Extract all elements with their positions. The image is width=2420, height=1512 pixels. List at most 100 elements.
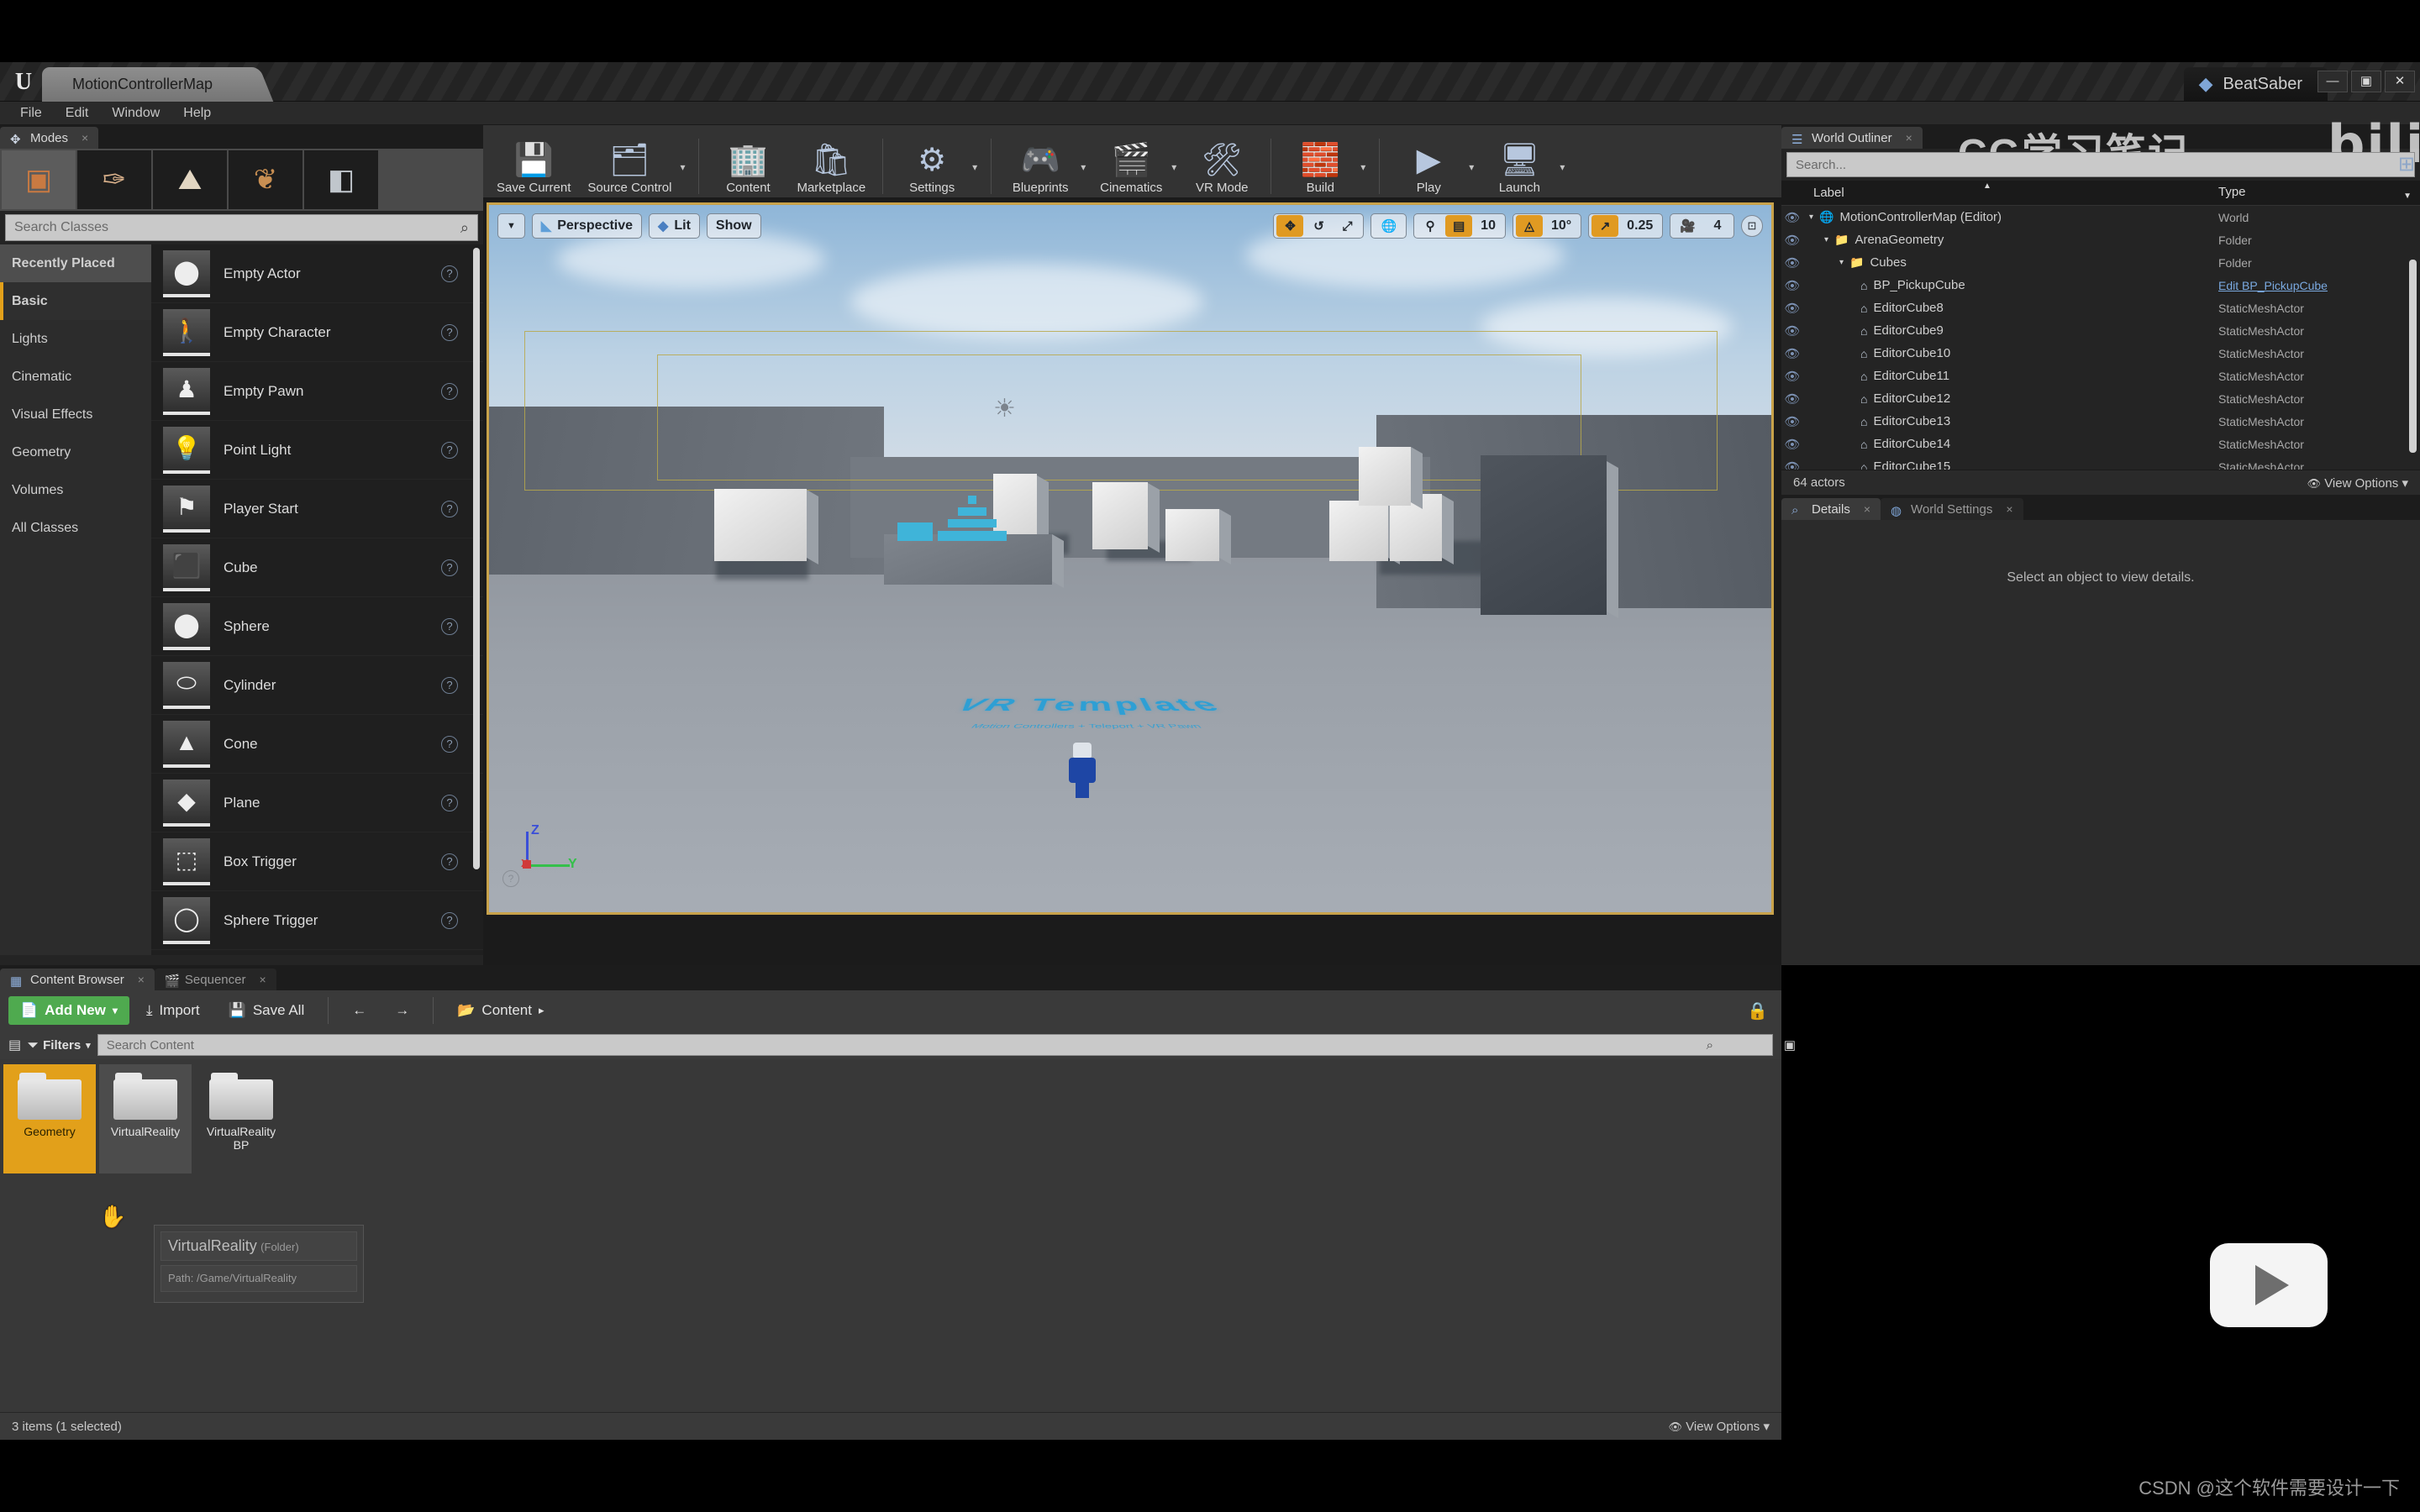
tab-world-outliner-close-icon[interactable]: × <box>1906 131 1912 144</box>
tab-sequencer[interactable]: 🎬 Sequencer × <box>154 969 276 990</box>
marketplace-button[interactable]: 🛍 Marketplace <box>788 128 874 198</box>
landscape-mode-button[interactable]: ⛰ <box>153 150 227 209</box>
tab-world-outliner[interactable]: ☰ World Outliner × <box>1781 127 1923 149</box>
save-search-icon[interactable]: ▣ <box>1784 1037 1796 1053</box>
placement-item-help-icon[interactable]: ? <box>441 617 458 635</box>
outliner-row[interactable]: 👁 ⌂ EditorCube9 StaticMeshActor <box>1781 319 2420 342</box>
content-browser-view-options-button[interactable]: 👁 View Options ▾ <box>1669 1419 1770 1434</box>
toolbar-dropdown-caret-icon[interactable]: ▾ <box>1360 161 1370 173</box>
placement-item[interactable]: ♟ Empty Pawn? <box>151 362 483 421</box>
launch-button[interactable]: 🖥 Launch <box>1479 128 1560 198</box>
visibility-eye-icon[interactable]: 👁 <box>1781 278 1803 293</box>
tab-modes[interactable]: ✥ Modes × <box>0 127 99 149</box>
placement-item[interactable]: 💡 Point Light? <box>151 421 483 480</box>
rotate-tool-button[interactable]: ↺ <box>1305 215 1332 237</box>
outliner-row[interactable]: 👁 ▾ 📁 ArenaGeometry Folder <box>1781 228 2420 251</box>
close-button[interactable]: ✕ <box>2385 71 2415 92</box>
placement-item[interactable]: ◯ Sphere Trigger? <box>151 891 483 950</box>
placement-item[interactable]: ▲ Cone? <box>151 715 483 774</box>
outliner-column-type[interactable]: Type ▼ <box>2218 185 2420 201</box>
scale-snap-toggle-button[interactable]: ↗ <box>1591 215 1619 237</box>
outliner-view-options-button[interactable]: 👁 View Options ▾ <box>2307 475 2409 491</box>
toolbar-dropdown-caret-icon[interactable]: ▾ <box>1560 161 1570 173</box>
menu-edit[interactable]: Edit <box>54 102 101 125</box>
search-classes-input[interactable]: Search Classes ⌕ <box>5 214 478 241</box>
visibility-eye-icon[interactable]: 👁 <box>1781 391 1803 407</box>
content-button[interactable]: 🏢 Content <box>708 128 788 198</box>
visibility-eye-icon[interactable]: 👁 <box>1781 233 1803 248</box>
cinematics-clapperboard-button[interactable]: 🎬 Cinematics <box>1091 128 1171 198</box>
tab-world-settings-close-icon[interactable]: × <box>2006 502 2012 516</box>
visibility-eye-icon[interactable]: 👁 <box>1781 210 1803 225</box>
tab-details[interactable]: ⌕ Details × <box>1781 498 1881 520</box>
outliner-row[interactable]: 👁 ⌂ EditorCube14 StaticMeshActor <box>1781 433 2420 455</box>
placement-scrollbar[interactable] <box>473 248 480 869</box>
outliner-row[interactable]: 👁 ▾ 🌐 MotionControllerMap (Editor) World <box>1781 206 2420 228</box>
place-mode-button[interactable]: ▣ <box>2 150 76 209</box>
placement-category-all-classes[interactable]: All Classes <box>0 509 151 547</box>
menu-help[interactable]: Help <box>171 102 223 125</box>
outliner-row[interactable]: 👁 ⌂ BP_PickupCube Edit BP_PickupCube <box>1781 274 2420 297</box>
camera-mode-button[interactable]: ◣ Perspective <box>531 213 643 239</box>
surface-snap-button[interactable]: ⚲ <box>1417 215 1444 237</box>
restore-button[interactable]: ▣ <box>2351 71 2381 92</box>
placement-item[interactable]: ⬤ Sphere? <box>151 597 483 656</box>
minimize-button[interactable]: — <box>2317 71 2348 92</box>
asset-tile-folder[interactable]: VirtualReality BP <box>195 1064 287 1173</box>
toolbar-dropdown-caret-icon[interactable]: ▾ <box>972 161 982 173</box>
translate-tool-button[interactable]: ✥ <box>1276 215 1304 237</box>
camera-speed-value[interactable]: 4 <box>1704 215 1731 237</box>
tab-content-browser-close-icon[interactable]: × <box>138 973 145 986</box>
placement-item[interactable]: ⚑ Player Start? <box>151 480 483 538</box>
visibility-eye-icon[interactable]: 👁 <box>1781 414 1803 429</box>
show-menu-button[interactable]: Show <box>706 213 761 239</box>
foliage-mode-button[interactable]: ❦ <box>229 150 302 209</box>
placement-item-help-icon[interactable]: ? <box>441 441 458 459</box>
asset-tile-folder[interactable]: Geometry <box>3 1064 96 1173</box>
outliner-row[interactable]: 👁 ⌂ EditorCube12 StaticMeshActor <box>1781 387 2420 410</box>
visibility-eye-icon[interactable]: 👁 <box>1781 255 1803 270</box>
placement-category-visual-effects[interactable]: Visual Effects <box>0 396 151 433</box>
placement-item[interactable]: ⬭ Cylinder? <box>151 656 483 715</box>
expander-arrow-icon[interactable]: ▾ <box>1824 235 1828 244</box>
placement-item[interactable]: ⬚ Box Trigger? <box>151 832 483 891</box>
placement-item-help-icon[interactable]: ? <box>441 676 458 694</box>
history-back-button[interactable]: ← <box>340 996 378 1025</box>
placement-item-help-icon[interactable]: ? <box>441 794 458 811</box>
placement-item[interactable]: 🚶 Empty Character? <box>151 303 483 362</box>
placement-item-help-icon[interactable]: ? <box>441 853 458 870</box>
placement-category-lights[interactable]: Lights <box>0 320 151 358</box>
save-all-button[interactable]: 💾 Save All <box>217 996 317 1025</box>
tab-content-browser[interactable]: ▦ Content Browser × <box>0 969 155 990</box>
visibility-eye-icon[interactable]: 👁 <box>1781 301 1803 316</box>
placement-category-cinematic[interactable]: Cinematic <box>0 358 151 396</box>
outliner-row[interactable]: 👁 ⌂ EditorCube8 StaticMeshActor <box>1781 297 2420 319</box>
source-control-button[interactable]: 🗂 Source Control <box>579 128 680 198</box>
outliner-row[interactable]: 👁 ⌂ EditorCube11 StaticMeshActor <box>1781 365 2420 387</box>
placement-item[interactable]: ⬤ Empty Actor? <box>151 244 483 303</box>
content-search-input[interactable]: Search Content ⌕ ▣ <box>97 1034 1796 1056</box>
maximize-viewport-button[interactable]: ⊡ <box>1741 215 1763 237</box>
toolbar-dropdown-caret-icon[interactable]: ▾ <box>1171 161 1181 173</box>
world-space-toggle-button[interactable]: 🌐 <box>1374 215 1403 237</box>
tab-world-settings[interactable]: ◍ World Settings × <box>1881 498 2023 520</box>
placement-category-basic[interactable]: Basic <box>0 282 151 320</box>
filters-button[interactable]: ⏷ Filters ▾ <box>28 1038 91 1053</box>
menu-file[interactable]: File <box>8 102 54 125</box>
placement-item-help-icon[interactable]: ? <box>441 382 458 400</box>
rotation-snap-value[interactable]: 10° <box>1544 215 1578 237</box>
project-tab[interactable]: ◆ BeatSaber <box>2183 67 2328 101</box>
expander-arrow-icon[interactable]: ▾ <box>1809 213 1813 222</box>
outliner-row-type[interactable]: Edit BP_PickupCube <box>2218 279 2420 292</box>
grid-snap-toggle-button[interactable]: ▤ <box>1445 215 1473 237</box>
scale-snap-value[interactable]: 0.25 <box>1620 215 1660 237</box>
placement-item[interactable]: ⬛ Cube? <box>151 538 483 597</box>
content-browser-asset-grid[interactable]: Geometry VirtualReality VirtualReality BP … <box>0 1059 1781 1412</box>
tab-modes-close-icon[interactable]: × <box>82 131 88 144</box>
expander-arrow-icon[interactable]: ▾ <box>1839 258 1844 267</box>
tab-sequencer-close-icon[interactable]: × <box>259 973 266 986</box>
build-button[interactable]: 🧱 Build <box>1280 128 1360 198</box>
grid-snap-value[interactable]: 10 <box>1474 215 1502 237</box>
save-button[interactable]: 💾 Save Current <box>488 128 579 198</box>
document-tab[interactable]: MotionControllerMap <box>42 67 252 102</box>
